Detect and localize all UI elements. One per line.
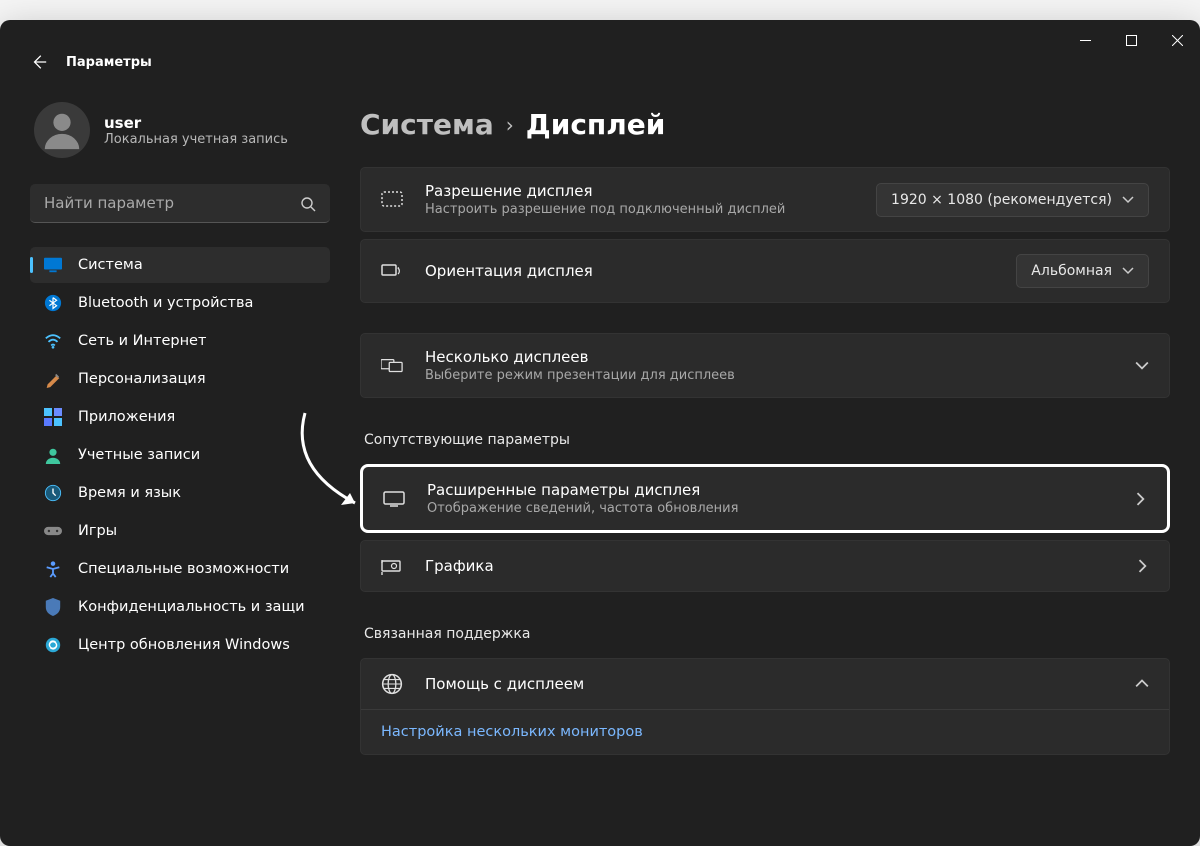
card-title: Разрешение дисплея	[425, 182, 854, 200]
chevron-down-icon	[1135, 359, 1149, 373]
shield-icon	[44, 598, 62, 616]
help-link-multiple-monitors[interactable]: Настройка нескольких мониторов	[361, 709, 1169, 754]
breadcrumb-current: Дисплей	[526, 108, 666, 141]
sidebar-item-label: Персонализация	[78, 371, 206, 387]
sidebar-item-accounts[interactable]: Учетные записи	[30, 437, 330, 473]
select-value: 1920 × 1080 (рекомендуется)	[891, 192, 1112, 208]
card-title: Помощь с дисплеем	[425, 675, 1113, 693]
card-title: Расширенные параметры дисплея	[427, 481, 1113, 499]
resolution-select[interactable]: 1920 × 1080 (рекомендуется)	[876, 183, 1149, 217]
sidebar-item-bluetooth[interactable]: Bluetooth и устройства	[30, 285, 330, 321]
accessibility-icon	[44, 560, 62, 578]
sidebar-item-network[interactable]: Сеть и Интернет	[30, 323, 330, 359]
clock-icon	[44, 484, 62, 502]
user-subtitle: Локальная учетная запись	[104, 132, 288, 147]
chevron-up-icon	[1135, 677, 1149, 691]
card-subtitle: Отображение сведений, частота обновления	[427, 501, 1113, 516]
sidebar-item-privacy[interactable]: Конфиденциальность и защи	[30, 589, 330, 625]
card-title: Несколько дисплеев	[425, 348, 1113, 366]
main-pane: Система › Дисплей Разрешение дисплея Нас…	[360, 102, 1170, 846]
orientation-select[interactable]: Альбомная	[1016, 254, 1149, 288]
sidebar-item-label: Сеть и Интернет	[78, 333, 206, 349]
sidebar-item-accessibility[interactable]: Специальные возможности	[30, 551, 330, 587]
resolution-card[interactable]: Разрешение дисплея Настроить разрешение …	[360, 167, 1170, 232]
card-title: Графика	[425, 557, 1115, 575]
person-icon	[44, 446, 62, 464]
app-title: Параметры	[66, 55, 152, 70]
settings-window: Параметры user Локальная учетная запись …	[0, 20, 1200, 846]
sidebar: user Локальная учетная запись Система Bl…	[30, 102, 330, 846]
update-icon	[44, 636, 62, 654]
chevron-right-icon	[1135, 492, 1147, 506]
sidebar-item-label: Bluetooth и устройства	[78, 295, 253, 311]
gamepad-icon	[44, 522, 62, 540]
sidebar-item-label: Время и язык	[78, 485, 181, 501]
sidebar-item-personalization[interactable]: Персонализация	[30, 361, 330, 397]
chevron-down-icon	[1122, 265, 1134, 277]
sidebar-item-label: Система	[78, 257, 143, 273]
close-button[interactable]	[1154, 20, 1200, 60]
sidebar-item-gaming[interactable]: Игры	[30, 513, 330, 549]
related-heading: Сопутствующие параметры	[364, 432, 1170, 448]
multiple-displays-card[interactable]: Несколько дисплеев Выберите режим презен…	[360, 333, 1170, 398]
search-input[interactable]	[30, 184, 330, 223]
wifi-icon	[44, 332, 62, 350]
help-display-card[interactable]: Помощь с дисплеем	[361, 659, 1169, 709]
chevron-down-icon	[1122, 194, 1134, 206]
link-text: Настройка нескольких мониторов	[381, 724, 643, 740]
brush-icon	[44, 370, 62, 388]
display-icon	[383, 488, 405, 510]
minimize-button[interactable]	[1062, 20, 1108, 60]
profile-block[interactable]: user Локальная учетная запись	[30, 102, 330, 158]
search-icon	[300, 196, 316, 212]
card-title: Ориентация дисплея	[425, 262, 994, 280]
monitor-icon	[44, 256, 62, 274]
sidebar-item-update[interactable]: Центр обновления Windows	[30, 627, 330, 663]
select-value: Альбомная	[1031, 263, 1112, 279]
sidebar-item-label: Центр обновления Windows	[78, 637, 290, 653]
titlebar	[1062, 20, 1200, 60]
advanced-display-card[interactable]: Расширенные параметры дисплея Отображени…	[360, 464, 1170, 533]
sidebar-item-label: Учетные записи	[78, 447, 200, 463]
support-heading: Связанная поддержка	[364, 626, 1170, 642]
sidebar-item-apps[interactable]: Приложения	[30, 399, 330, 435]
sidebar-item-label: Приложения	[78, 409, 175, 425]
header: Параметры	[30, 42, 1170, 82]
graphics-card[interactable]: Графика	[360, 540, 1170, 592]
sidebar-item-time[interactable]: Время и язык	[30, 475, 330, 511]
orientation-card[interactable]: Ориентация дисплея Альбомная	[360, 239, 1170, 303]
bluetooth-icon	[44, 294, 62, 312]
displays-icon	[381, 355, 403, 377]
back-icon[interactable]	[30, 53, 48, 71]
breadcrumb-parent[interactable]: Система	[360, 108, 494, 141]
graphics-icon	[381, 555, 403, 577]
card-subtitle: Настроить разрешение под подключенный ди…	[425, 202, 854, 217]
sidebar-item-label: Специальные возможности	[78, 561, 289, 577]
chevron-right-icon	[1137, 559, 1149, 573]
card-subtitle: Выберите режим презентации для дисплеев	[425, 368, 1113, 383]
maximize-button[interactable]	[1108, 20, 1154, 60]
apps-icon	[44, 408, 62, 426]
globe-icon	[381, 673, 403, 695]
chevron-right-icon: ›	[506, 113, 514, 137]
breadcrumb: Система › Дисплей	[360, 108, 1170, 141]
avatar	[34, 102, 90, 158]
sidebar-item-label: Игры	[78, 523, 117, 539]
sidebar-item-system[interactable]: Система	[30, 247, 330, 283]
user-name: user	[104, 114, 288, 132]
orientation-icon	[381, 260, 403, 282]
resolution-icon	[381, 189, 403, 211]
sidebar-item-label: Конфиденциальность и защи	[78, 599, 305, 615]
